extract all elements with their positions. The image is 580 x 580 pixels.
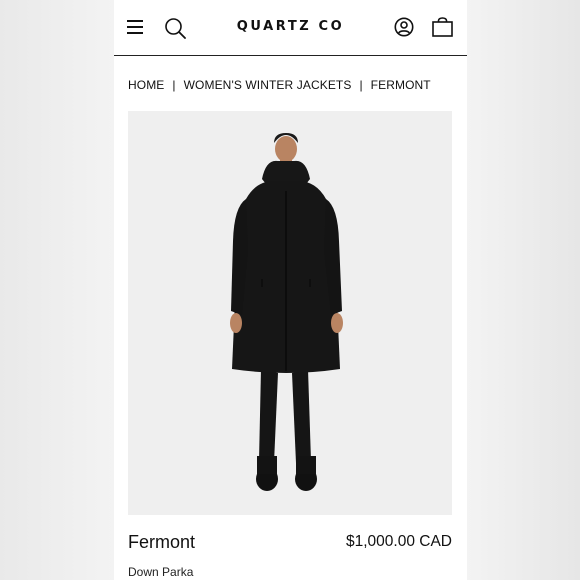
page-backdrop-right: [467, 0, 580, 580]
mobile-page: QUARTZ CO HOME | WOMEN'S WINTER JACKETS | FE…: [114, 0, 467, 580]
product-subtitle: Down Parka: [128, 565, 194, 579]
breadcrumb-current: FERMONT: [370, 78, 431, 92]
product-price: $1,000.00 CAD: [346, 533, 452, 550]
menu-icon[interactable]: [127, 19, 143, 35]
product-image[interactable]: [128, 111, 452, 515]
account-icon[interactable]: [394, 17, 414, 37]
breadcrumb-home[interactable]: HOME: [128, 78, 164, 92]
page-backdrop-left: [0, 0, 114, 580]
breadcrumb-separator: |: [172, 78, 176, 92]
search-icon[interactable]: [164, 17, 186, 39]
breadcrumb: HOME | WOMEN'S WINTER JACKETS | FERMONT: [128, 78, 431, 92]
site-header: QUARTZ CO: [114, 0, 467, 56]
site-logo[interactable]: QUARTZ CO: [214, 19, 367, 34]
parka-model-illustration: [128, 111, 452, 515]
shopping-bag-icon[interactable]: [432, 17, 453, 37]
breadcrumb-category[interactable]: WOMEN'S WINTER JACKETS: [184, 78, 352, 92]
product-name: Fermont: [128, 532, 196, 552]
breadcrumb-separator: |: [359, 78, 363, 92]
